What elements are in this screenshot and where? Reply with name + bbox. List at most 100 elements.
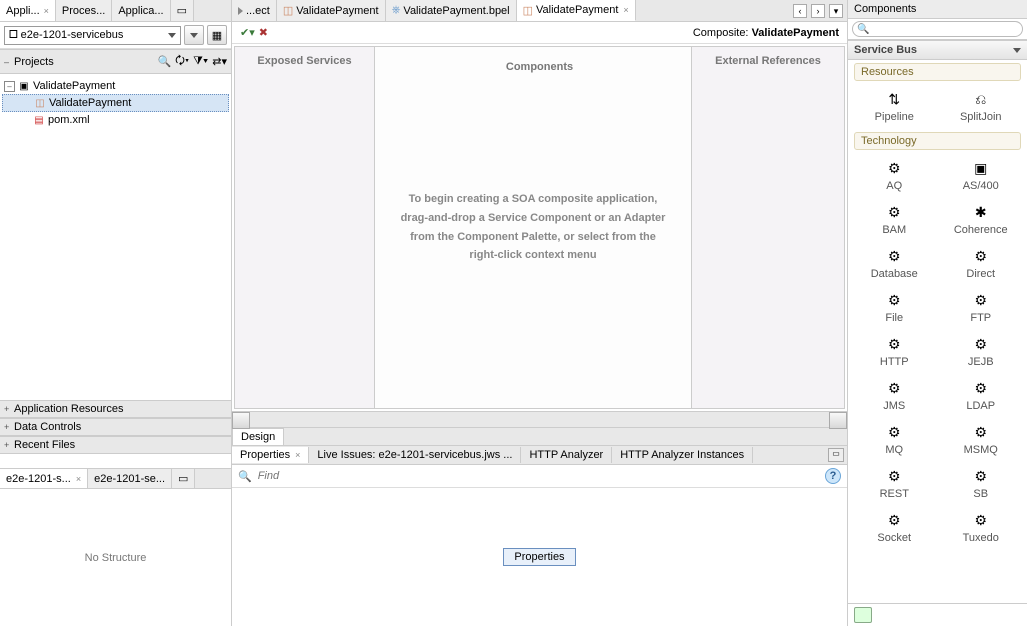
projects-section-header[interactable]: – Projects 🔍 🗘▾ ⧩▾ ⇄▾ — [0, 49, 231, 74]
adapter-icon: ⚙ — [884, 290, 904, 310]
app-action-button[interactable]: ▦ — [207, 25, 227, 45]
tab-processes[interactable]: Proces... — [56, 0, 112, 21]
editor-tab-2[interactable]: ⎈ValidatePayment.bpel — [386, 0, 517, 21]
recent-files-header[interactable]: +Recent Files — [0, 436, 231, 454]
structure-minimize-button[interactable]: ▭ — [172, 469, 195, 488]
restore-dock-button[interactable]: ▭ — [828, 448, 844, 462]
project-icon: ▣ — [17, 79, 31, 93]
palette-scroll[interactable]: Resources ⇅Pipeline⎌SplitJoin Technology ⚙A… — [848, 60, 1027, 603]
palette-item-ftp[interactable]: ⚙FTP — [939, 286, 1024, 328]
design-canvas: Exposed Services Components To begin cre… — [232, 44, 847, 445]
palette-category-dropdown[interactable]: Service Bus — [848, 40, 1027, 60]
palette-item-database[interactable]: ⚙Database — [852, 242, 937, 284]
palette-search-input[interactable] — [852, 21, 1023, 37]
palette-item-ldap[interactable]: ⚙LDAP — [939, 374, 1024, 416]
tree-collapse-icon[interactable]: – — [4, 81, 15, 92]
data-controls-header[interactable]: +Data Controls — [0, 418, 231, 436]
palette-item-jejb[interactable]: ⚙JEJB — [939, 330, 1024, 372]
filter-icon[interactable]: ⧩▾ — [193, 55, 208, 68]
chevron-down-icon — [1013, 48, 1021, 53]
left-panel: Appli...× Proces... Applica... ▭ 🞐 e2e-1… — [0, 0, 232, 626]
tab-properties[interactable]: Properties× — [232, 447, 309, 463]
palette-header: Components — [848, 0, 1027, 19]
palette-item-http[interactable]: ⚙HTTP — [852, 330, 937, 372]
app-resources-header[interactable]: +Application Resources — [0, 400, 231, 418]
adapter-icon: ✱ — [971, 202, 991, 222]
application-dropdown[interactable]: 🞐 e2e-1201-servicebus — [4, 26, 181, 45]
palette-item-pipeline[interactable]: ⇅Pipeline — [852, 85, 937, 127]
palette-item-splitjoin[interactable]: ⎌SplitJoin — [939, 85, 1024, 127]
structure-tab-1[interactable]: e2e-1201-se... — [88, 469, 172, 488]
editor-tab-3[interactable]: ◫ValidatePayment× — [517, 0, 636, 21]
lane-external-references[interactable]: External References — [692, 47, 844, 408]
search-icon[interactable]: 🔍 — [157, 55, 171, 68]
palette-item-tuxedo[interactable]: ⚙Tuxedo — [939, 506, 1024, 548]
nav-prev-button[interactable]: ‹ — [793, 4, 807, 18]
composite-icon: ◫ — [523, 4, 533, 17]
close-icon[interactable]: × — [623, 5, 628, 15]
validate-icon[interactable]: ✔▾ — [240, 26, 255, 39]
adapter-icon: ⚙ — [971, 246, 991, 266]
help-icon[interactable]: ? — [825, 468, 841, 484]
tab-applications[interactable]: Appli...× — [0, 0, 56, 21]
palette-item-sb[interactable]: ⚙SB — [939, 462, 1024, 504]
tree-root[interactable]: – ▣ ValidatePayment — [2, 78, 229, 94]
palette-item-msmq[interactable]: ⚙MSMQ — [939, 418, 1024, 460]
palette-footer — [848, 603, 1027, 626]
search-icon: 🔍 — [238, 470, 252, 483]
tab-http-analyzer[interactable]: HTTP Analyzer — [521, 447, 612, 463]
tree-node-pom[interactable]: ▤ pom.xml — [2, 112, 229, 128]
palette-item-rest[interactable]: ⚙REST — [852, 462, 937, 504]
horizontal-scrollbar[interactable] — [232, 411, 847, 427]
editor-tab-0[interactable]: ...ect — [232, 0, 277, 21]
palette-item-direct[interactable]: ⚙Direct — [939, 242, 1024, 284]
delete-icon[interactable]: ✖ — [259, 26, 268, 39]
palette-item-socket[interactable]: ⚙Socket — [852, 506, 937, 548]
left-view-tabs: Appli...× Proces... Applica... ▭ — [0, 0, 231, 22]
collapse-icon: – — [4, 57, 14, 67]
adapter-icon: ⇅ — [884, 89, 904, 109]
properties-panel: Properties — [232, 488, 847, 626]
editor-tabs: ...ect ◫ValidatePayment ⎈ValidatePayment… — [232, 0, 847, 22]
tab-application[interactable]: Applica... — [112, 0, 170, 21]
adapter-icon: ⚙ — [971, 290, 991, 310]
app-menu-button[interactable] — [184, 25, 204, 45]
design-view-tab[interactable]: Design — [232, 428, 284, 445]
close-icon[interactable]: × — [44, 6, 49, 16]
palette-group-technology[interactable]: Technology — [854, 132, 1021, 150]
tab-live-issues[interactable]: Live Issues: e2e-1201-servicebus.jws ... — [309, 447, 521, 463]
structure-empty-label: No Structure — [85, 552, 147, 564]
palette-item-bam[interactable]: ⚙BAM — [852, 198, 937, 240]
palette-view-toggle[interactable] — [854, 607, 872, 623]
palette-group-resources[interactable]: Resources — [854, 63, 1021, 81]
editor-area: ...ect ◫ValidatePayment ⎈ValidatePayment… — [232, 0, 847, 626]
adapter-icon: ⚙ — [884, 422, 904, 442]
lane-exposed-services[interactable]: Exposed Services — [235, 47, 375, 408]
adapter-icon: ⚙ — [971, 334, 991, 354]
palette-item-jms[interactable]: ⚙JMS — [852, 374, 937, 416]
editor-tab-1[interactable]: ◫ValidatePayment — [277, 0, 386, 21]
tree-node-validatepayment[interactable]: ◫ ValidatePayment — [2, 94, 229, 112]
properties-badge: Properties — [503, 548, 575, 566]
composite-title: Composite: ValidatePayment — [693, 27, 839, 39]
palette-item-coherence[interactable]: ✱Coherence — [939, 198, 1024, 240]
refresh-icon[interactable]: 🗘▾ — [175, 52, 189, 71]
nav-next-button[interactable]: › — [811, 4, 825, 18]
palette-item-as-400[interactable]: ▣AS/400 — [939, 154, 1024, 196]
structure-tab-0[interactable]: e2e-1201-s...× — [0, 469, 88, 488]
swimlanes[interactable]: Exposed Services Components To begin cre… — [234, 46, 845, 409]
tab-list-button[interactable]: ▾ — [829, 4, 843, 18]
palette-item-aq[interactable]: ⚙AQ — [852, 154, 937, 196]
adapter-icon: ▣ — [971, 158, 991, 178]
properties-find-input[interactable] — [256, 468, 821, 484]
tab-http-analyzer-instances[interactable]: HTTP Analyzer Instances — [612, 447, 753, 463]
minimize-view-button[interactable]: ▭ — [171, 0, 194, 21]
palette-item-mq[interactable]: ⚙MQ — [852, 418, 937, 460]
components-palette: Components 🔍 Service Bus Resources⇅Pipel… — [847, 0, 1027, 626]
adapter-icon: ⚙ — [884, 510, 904, 530]
settings-icon[interactable]: ⇄▾ — [212, 55, 227, 68]
canvas-placeholder-text: To begin creating a SOA composite applic… — [375, 190, 691, 265]
adapter-icon: ⚙ — [884, 202, 904, 222]
palette-item-file[interactable]: ⚙File — [852, 286, 937, 328]
lane-components[interactable]: Components To begin creating a SOA compo… — [375, 47, 692, 408]
